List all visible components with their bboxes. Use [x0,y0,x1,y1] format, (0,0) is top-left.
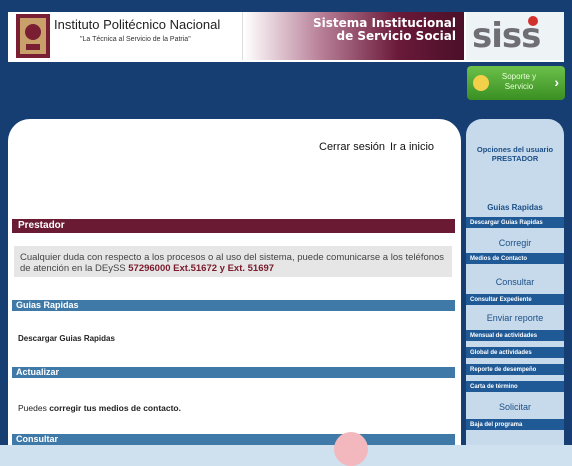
siss-logo: siss [466,12,564,60]
section-guias: Guias Rapidas [12,300,455,311]
download-guides-link[interactable]: Descargar Guias Rapidas [18,334,115,343]
sidebar-group-enviar-reporte: Enviar reporte [486,313,544,323]
institution-name: Instituto Politécnico Nacional [54,17,221,32]
support-label-line2: Servicio [504,82,534,91]
sidebar-item-download-guides[interactable]: Descargar Guias Rapidas [466,217,564,229]
sidebar-item-contact-means[interactable]: Medios de Contacto [466,253,564,265]
sidebar-item-program-withdrawal[interactable]: Baja del programa [466,419,564,431]
sidebar-group-corregir: Corregir [498,238,532,248]
main-content-panel [8,119,461,445]
sidebar-group-guias: Guias Rapidas [487,203,543,212]
home-link[interactable]: Ir a inicio [390,141,434,153]
support-button-label: Soporte y Servicio [493,72,545,92]
sidebar-item-completion-letter[interactable]: Carta de término [466,381,564,393]
update-contact-link[interactable]: corregir tus medios de contacto. [49,403,181,413]
sidebar-group-solicitar: Solicitar [498,402,531,412]
ipn-logo-icon [16,14,50,58]
sidebar-title: Opciones del usuario PRESTADOR [476,145,554,163]
system-banner: Sistema Institucional de Servicio Social [244,12,464,60]
update-prefix: Puedes [18,403,50,413]
sidebar-item-performance-report[interactable]: Reporte de desempeño [466,364,564,376]
sidebar-group-consultar: Consultar [495,277,535,287]
header-bar: Instituto Politécnico Nacional "La Técni… [8,12,564,62]
contact-notice: Cualquier duda con respecto a los proces… [14,246,452,277]
institution-motto: "La Técnica al Servicio de la Patria" [80,36,191,43]
siss-dot-icon [528,16,538,26]
ipn-branding[interactable]: Instituto Politécnico Nacional "La Técni… [10,12,243,60]
notice-phone: 57296000 Ext.51672 y Ext. 51697 [128,263,275,274]
support-icon [473,75,489,91]
logout-link[interactable]: Cerrar sesión [319,141,385,153]
sidebar-item-monthly-activities[interactable]: Mensual de actividades [466,330,564,342]
prestador-heading: Prestador [12,219,455,233]
system-title: Sistema Institucional de Servicio Social [313,17,456,43]
support-button[interactable]: Soporte y Servicio › [467,66,565,100]
chevron-right-icon: › [554,74,559,90]
section-consultar: Consultar [12,434,455,445]
sidebar: Opciones del usuario PRESTADOR Guias Rap… [466,119,564,445]
update-contact-text: Puedes corregir tus medios de contacto. [18,403,181,413]
sidebar-item-global-activities[interactable]: Global de actividades [466,347,564,359]
section-actualizar: Actualizar [12,367,455,378]
system-title-line2: de Servicio Social [336,29,456,43]
decorative-circle [334,432,368,466]
sidebar-item-consult-file[interactable]: Consultar Expediente [466,294,564,306]
support-label-line1: Soporte y [501,72,537,81]
